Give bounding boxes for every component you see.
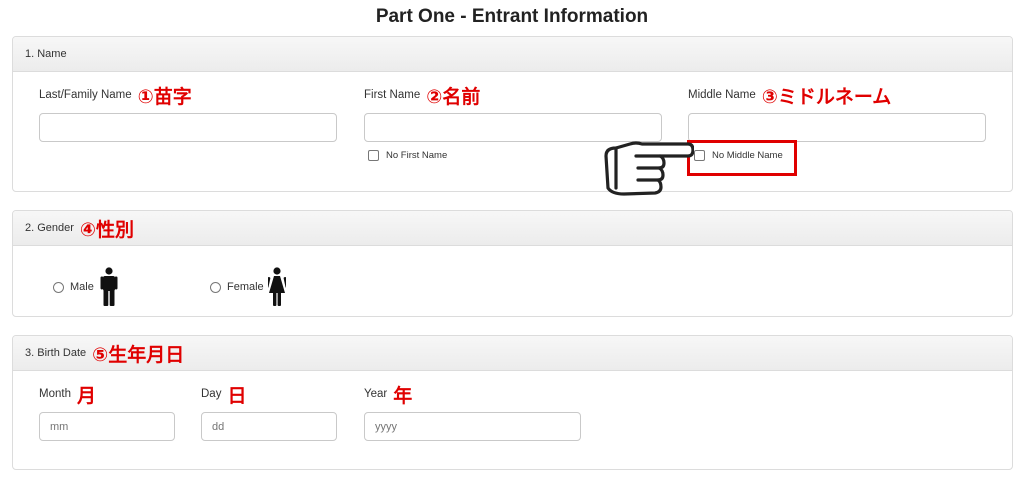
middle-name-label-row: Middle Name ③ミドルネーム bbox=[688, 83, 986, 108]
male-label: Male bbox=[70, 281, 94, 293]
gender-panel-title: 2. Gender bbox=[25, 222, 74, 234]
gender-annotation: ④性別 bbox=[79, 218, 135, 241]
name-panel: 1. Name Last/Family Name ①苗字 First Name … bbox=[12, 36, 1013, 192]
no-first-name-label: No First Name bbox=[386, 150, 448, 161]
last-name-field: Last/Family Name ①苗字 bbox=[39, 83, 337, 142]
name-panel-header: 1. Name bbox=[13, 37, 1012, 72]
male-figure-icon bbox=[100, 267, 118, 306]
pointing-hand-icon bbox=[604, 141, 694, 196]
month-label: Month bbox=[39, 388, 71, 400]
female-figure-icon bbox=[267, 267, 286, 306]
last-name-input[interactable] bbox=[39, 113, 337, 142]
birth-date-annotation: ⑤生年月日 bbox=[92, 343, 185, 366]
middle-name-field: Middle Name ③ミドルネーム bbox=[688, 83, 986, 142]
first-name-field: First Name ②名前 bbox=[364, 83, 662, 142]
month-input[interactable] bbox=[39, 412, 175, 441]
no-middle-name-highlight bbox=[687, 140, 797, 176]
no-first-name-checkbox[interactable] bbox=[368, 150, 379, 161]
last-name-annotation: ①苗字 bbox=[137, 85, 192, 108]
page-title: Part One - Entrant Information bbox=[375, 6, 649, 27]
day-label-row: Day 日 bbox=[201, 382, 337, 407]
name-panel-title: 1. Name bbox=[25, 48, 67, 60]
birth-date-panel-title: 3. Birth Date bbox=[25, 347, 87, 359]
first-name-label: First Name bbox=[364, 89, 421, 101]
female-label: Female bbox=[227, 281, 264, 293]
gender-panel-header: 2. Gender ④性別 bbox=[13, 211, 1012, 246]
gender-female-option[interactable]: Female bbox=[210, 267, 286, 307]
gender-male-option[interactable]: Male bbox=[53, 267, 118, 307]
middle-name-input[interactable] bbox=[688, 113, 986, 142]
day-field: Day 日 bbox=[201, 382, 337, 441]
birth-date-panel-header: 3. Birth Date ⑤生年月日 bbox=[13, 336, 1012, 371]
middle-name-label: Middle Name bbox=[688, 89, 756, 101]
first-name-label-row: First Name ②名前 bbox=[364, 83, 662, 108]
year-annotation: 年 bbox=[393, 384, 413, 407]
gender-panel: 2. Gender ④性別 Male Female bbox=[12, 210, 1013, 317]
month-field: Month 月 bbox=[39, 382, 175, 441]
female-radio[interactable] bbox=[210, 281, 221, 293]
year-label-row: Year 年 bbox=[364, 382, 581, 407]
middle-name-annotation: ③ミドルネーム bbox=[761, 85, 892, 108]
month-annotation: 月 bbox=[76, 384, 96, 407]
day-annotation: 日 bbox=[227, 384, 247, 407]
year-label: Year bbox=[364, 388, 388, 400]
year-field: Year 年 bbox=[364, 382, 581, 441]
last-name-label: Last/Family Name bbox=[39, 89, 132, 101]
last-name-label-row: Last/Family Name ①苗字 bbox=[39, 83, 337, 108]
day-input[interactable] bbox=[201, 412, 337, 441]
month-label-row: Month 月 bbox=[39, 382, 175, 407]
first-name-annotation: ②名前 bbox=[426, 85, 481, 108]
male-radio[interactable] bbox=[53, 281, 64, 293]
year-input[interactable] bbox=[364, 412, 581, 441]
day-label: Day bbox=[201, 388, 222, 400]
no-first-name-option[interactable]: No First Name bbox=[368, 150, 447, 161]
birth-date-panel: 3. Birth Date ⑤生年月日 Month 月 Day 日 Year 年 bbox=[12, 335, 1013, 470]
